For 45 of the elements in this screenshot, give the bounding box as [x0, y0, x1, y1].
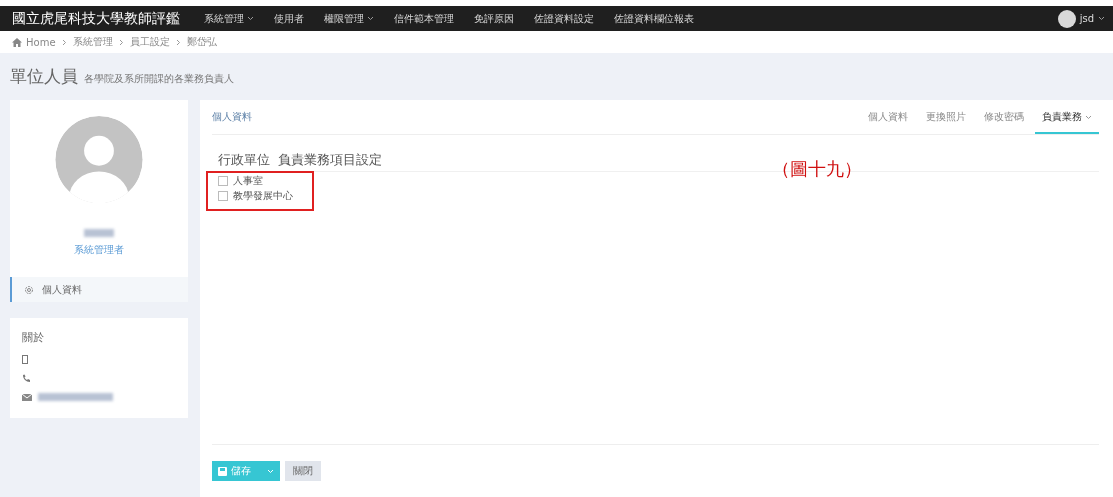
chevron-right-icon: [118, 38, 124, 46]
tab[interactable]: 更換照片: [919, 110, 973, 134]
floppy-icon: [218, 466, 227, 476]
chevron-icon: [1098, 16, 1105, 21]
checkbox[interactable]: [218, 191, 228, 201]
nav-item[interactable]: 使用者: [274, 11, 304, 26]
user-menu[interactable]: jsd: [1057, 9, 1105, 28]
breadcrumb-item[interactable]: 系統管理: [72, 35, 113, 49]
avatar-picture-icon: [55, 116, 143, 204]
breadcrumb-item[interactable]: Home: [12, 36, 56, 48]
nav-item[interactable]: 權限管理: [324, 11, 374, 26]
home-icon: [12, 37, 22, 47]
app-title: 國立虎尾科技大學教師評鑑: [12, 9, 180, 28]
about-title: 關於: [22, 330, 45, 345]
nav-item[interactable]: 佐證資料欄位報表: [614, 11, 694, 26]
chevron-right-icon: [61, 38, 67, 46]
chevron-icon: [367, 16, 374, 21]
breadcrumb-item[interactable]: 員工設定: [129, 35, 170, 49]
tab[interactable]: 負責業務: [1035, 110, 1099, 134]
tab[interactable]: 修改密碼: [977, 110, 1031, 134]
nav-item[interactable]: 佐證資料設定: [534, 11, 594, 26]
avatar-icon: [1057, 9, 1076, 28]
chevron-icon: [247, 16, 254, 21]
redacted-name: [84, 229, 114, 238]
breadcrumb-item[interactable]: 鄭岱弘: [186, 35, 217, 49]
phone-icon: [22, 374, 31, 383]
figure-caption: （圖十九）: [772, 157, 862, 181]
checkbox-option[interactable]: 教學發展中心: [218, 190, 1099, 202]
panel-title: 個人資料: [212, 110, 252, 124]
tab[interactable]: 個人資料: [861, 110, 915, 134]
nav-item[interactable]: 系統管理: [204, 11, 254, 26]
checkbox[interactable]: [218, 176, 228, 186]
page-title: 單位人員: [10, 65, 78, 88]
user-role: 系統管理者: [74, 243, 124, 258]
nav-item[interactable]: 信件範本管理: [394, 11, 454, 26]
profile-menu-item[interactable]: 個人資料: [10, 277, 188, 302]
mobile-icon: [22, 355, 28, 364]
close-button[interactable]: 關閉: [285, 461, 321, 481]
settings-icon: [24, 284, 34, 295]
chevron-icon: [1085, 114, 1092, 120]
page-subtitle: 各學院及系所開課的各業務負責人: [84, 72, 234, 86]
nav-item[interactable]: 免評原因: [474, 11, 514, 26]
chevron-right-icon: [175, 38, 181, 46]
chevron-icon: [267, 468, 274, 474]
mail-icon: [22, 393, 32, 401]
